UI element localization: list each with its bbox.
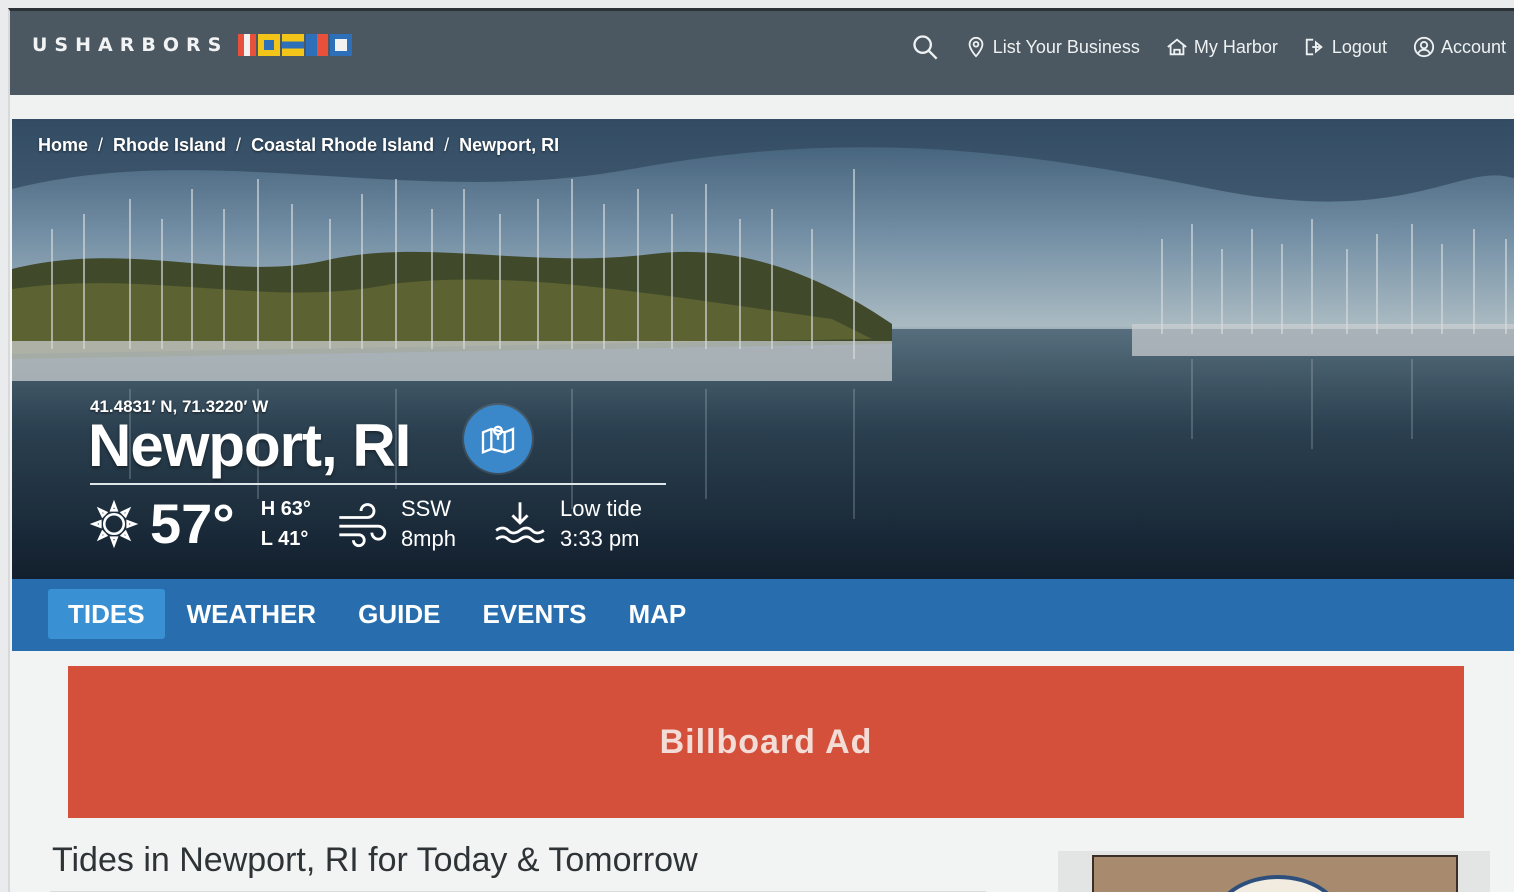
wind-icon	[339, 502, 387, 547]
flag-icon	[282, 34, 305, 56]
sidebar-card	[1058, 851, 1490, 892]
location-pin-icon	[968, 36, 984, 58]
logo-flags	[238, 34, 353, 56]
ad-label: Billboard Ad	[659, 722, 873, 761]
tide-time: 3:33 pm	[559, 525, 640, 551]
breadcrumb-home[interactable]: Home	[38, 135, 88, 156]
tide-icon	[495, 501, 545, 543]
top-nav: USHARBORS List Your Business My Harbor L…	[10, 11, 1514, 95]
wind-speed: 8mph	[400, 525, 456, 551]
breadcrumb-separator: /	[444, 135, 450, 155]
city-title: Newport, RI	[88, 412, 411, 479]
wind-direction: SSW	[400, 495, 452, 521]
tab-map[interactable]: MAP	[608, 589, 706, 639]
breadcrumb-separator: /	[236, 135, 242, 155]
tab-list: TIDES WEATHER GUIDE EVENTS MAP	[48, 589, 708, 639]
billboard-ad[interactable]: Billboard Ad	[68, 666, 1464, 818]
list-business-label: List Your Business	[992, 36, 1140, 57]
flag-icon	[238, 34, 257, 56]
logout-link[interactable]: Logout	[1304, 36, 1387, 58]
tide-info: Low tide 3:33 pm	[560, 494, 642, 554]
map-icon	[481, 425, 515, 455]
account-link[interactable]: Account	[1413, 36, 1506, 58]
low-temp: L 41°	[260, 527, 309, 550]
breadcrumb-region[interactable]: Coastal Rhode Island	[251, 135, 434, 156]
home-icon	[1167, 38, 1187, 56]
weather-summary: 57° H 63° L 41° SSW 8mph Low tide 3:33 p…	[88, 491, 642, 556]
high-temp: H 63°	[260, 497, 311, 520]
list-business-link[interactable]: List Your Business	[965, 36, 1140, 58]
account-icon	[1413, 36, 1435, 58]
logout-label: Logout	[1331, 36, 1387, 57]
logout-icon	[1305, 38, 1323, 56]
flag-icon	[330, 34, 353, 56]
search-button[interactable]	[911, 33, 939, 61]
nav-links: List Your Business My Harbor Logout Acco…	[911, 33, 1506, 61]
logo-text: USHARBORS	[32, 34, 229, 56]
my-harbor-link[interactable]: My Harbor	[1166, 36, 1278, 58]
high-low: H 63° L 41°	[261, 494, 311, 554]
tide-label: Low tide	[559, 495, 642, 521]
wind-info: SSW 8mph	[401, 494, 456, 554]
browser-frame: USHARBORS List Your Business My Harbor L…	[8, 8, 1514, 892]
sun-icon	[89, 499, 139, 548]
hero-divider	[90, 483, 666, 485]
breadcrumb-state[interactable]: Rhode Island	[113, 135, 226, 156]
search-icon	[913, 35, 938, 60]
section-tabs: TIDES WEATHER GUIDE EVENTS MAP	[12, 579, 1514, 651]
tab-weather[interactable]: WEATHER	[167, 589, 337, 639]
current-temp: 57°	[150, 492, 235, 555]
tides-heading: Tides in Newport, RI for Today & Tomorro…	[52, 841, 698, 879]
site-logo[interactable]: USHARBORS	[32, 34, 353, 56]
flag-icon	[306, 34, 329, 56]
account-label: Account	[1440, 36, 1506, 57]
sidebar-image[interactable]	[1092, 855, 1458, 892]
breadcrumb-separator: /	[98, 135, 104, 155]
my-harbor-label: My Harbor	[1193, 36, 1278, 57]
flag-icon	[258, 34, 281, 56]
tab-guide[interactable]: GUIDE	[338, 589, 460, 639]
tab-tides[interactable]: TIDES	[48, 589, 165, 639]
map-button[interactable]	[464, 405, 532, 473]
tab-events[interactable]: EVENTS	[462, 589, 606, 639]
header-spacer	[10, 95, 1514, 119]
breadcrumb: Home / Rhode Island / Coastal Rhode Isla…	[38, 135, 559, 156]
breadcrumb-current: Newport, RI	[459, 135, 560, 155]
hero-banner: Home / Rhode Island / Coastal Rhode Isla…	[12, 119, 1514, 579]
